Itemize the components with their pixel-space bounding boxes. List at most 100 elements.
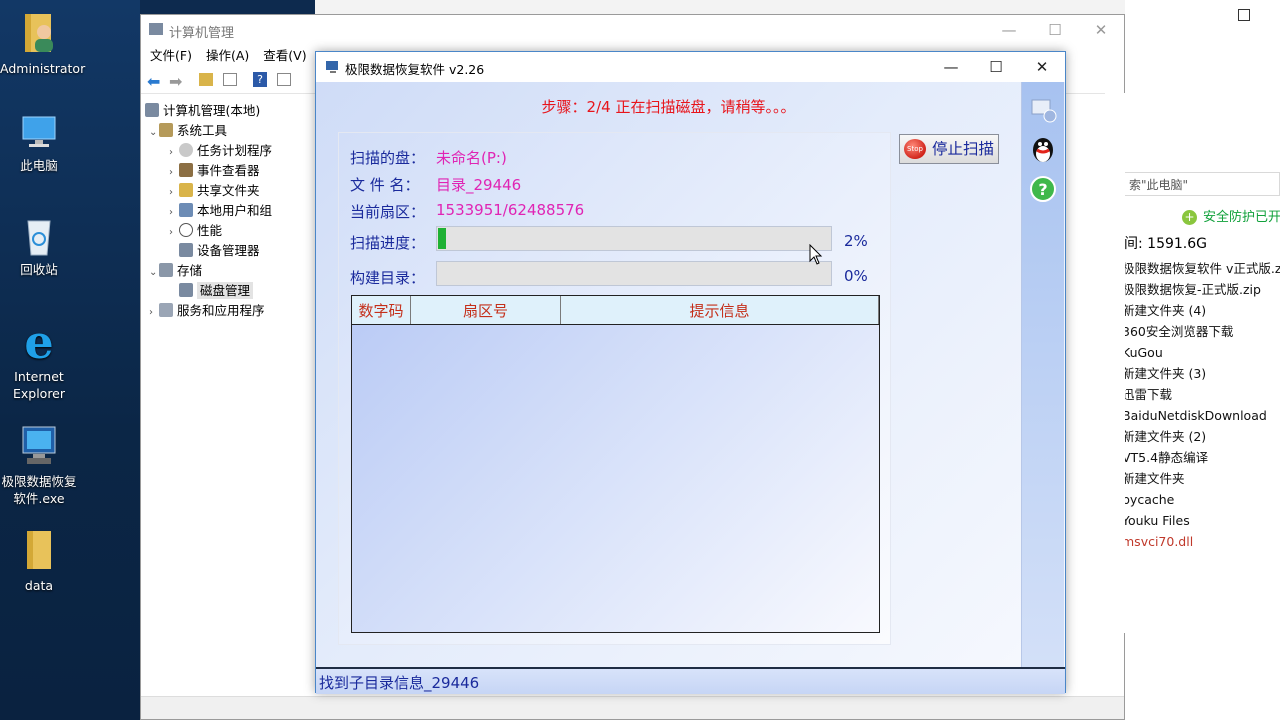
disk-icon [179, 283, 193, 297]
recovery-title: 极限数据恢复软件 v2.26 [345, 62, 485, 77]
tree-node-performance[interactable]: › 性能 [145, 221, 317, 241]
chevron-right-icon[interactable]: › [169, 203, 179, 223]
tree-node-root[interactable]: 计算机管理(本地) [145, 101, 317, 121]
storage-icon [159, 263, 173, 277]
tree-node-shared-folders[interactable]: › 共享文件夹 [145, 181, 317, 201]
desktop-icon-this-pc[interactable]: 此电脑 [0, 113, 78, 174]
list-item[interactable]: BaiduNetdiskDownload [1122, 405, 1280, 426]
chevron-right-icon[interactable]: › [169, 223, 179, 243]
file-value: 目录_29446 [436, 176, 522, 194]
list-item[interactable]: 新建文件夹 (3) [1122, 363, 1280, 384]
tree-node-storage[interactable]: ⌄ 存储 [145, 261, 317, 281]
computer-icon [22, 116, 56, 147]
desktop-icon-label: Internet Explorer [12, 369, 66, 401]
list-item[interactable]: 新建文件夹 (2) [1122, 426, 1280, 447]
chevron-down-icon[interactable]: ⌄ [149, 123, 159, 143]
tree-node-device-manager[interactable]: 设备管理器 [145, 241, 317, 261]
column-header-info[interactable]: 提示信息 [561, 296, 879, 324]
tools-icon [159, 123, 173, 137]
list-item[interactable]: 360安全浏览器下载 [1122, 321, 1280, 342]
menu-action[interactable]: 操作(A) [206, 45, 249, 67]
computer-management-icon [145, 103, 159, 117]
properties-icon[interactable] [277, 73, 291, 86]
disk-value: 未命名(P:) [436, 149, 507, 167]
help-icon[interactable]: ? [253, 72, 267, 87]
forward-arrow-icon[interactable]: ➡ [169, 72, 182, 91]
qq-penguin-icon[interactable] [1028, 134, 1058, 164]
minimize-button[interactable]: — [986, 15, 1032, 45]
list-item[interactable]: 新建文件夹 [1122, 468, 1280, 489]
chevron-down-icon[interactable]: ⌄ [149, 263, 159, 283]
chevron-right-icon[interactable]: › [169, 183, 179, 203]
close-button[interactable]: ✕ [1019, 52, 1065, 82]
stop-scan-button[interactable]: Stop 停止扫描 [899, 134, 999, 164]
desktop-icon-ie[interactable]: e Internet Explorer [0, 318, 78, 402]
scan-progress-bar [436, 226, 832, 251]
result-list-header: 数字码 扇区号 提示信息 [352, 296, 879, 325]
list-item[interactable]: msvci70.dll [1122, 531, 1280, 552]
settings-gear-icon[interactable] [1028, 94, 1058, 124]
column-header-sector[interactable]: 扇区号 [411, 296, 561, 324]
desktop-icon-data[interactable]: data [0, 527, 78, 594]
sector-label: 当前扇区： [350, 203, 426, 221]
list-item[interactable]: KuGou [1122, 342, 1280, 363]
menu-file[interactable]: 文件(F) [150, 45, 192, 67]
minimize-button[interactable]: — [928, 52, 974, 82]
desktop-icon-recovery-exe[interactable]: 极限数据恢复软件.exe [0, 423, 78, 507]
folder-up-icon[interactable] [199, 73, 213, 86]
result-list[interactable]: 数字码 扇区号 提示信息 [351, 295, 880, 633]
maximize-icon[interactable] [1238, 9, 1250, 21]
shared-folder-icon [179, 183, 193, 197]
chevron-right-icon[interactable]: › [169, 143, 179, 163]
desktop-icon-label: 极限数据恢复软件.exe [1, 474, 77, 506]
back-arrow-icon[interactable]: ⬅ [147, 72, 160, 91]
desktop-icon-administrator[interactable]: Administrator [0, 10, 85, 77]
build-progress-percent: 0% [844, 267, 868, 285]
maximize-button[interactable]: ☐ [973, 52, 1019, 82]
desktop-icon-recycle-bin[interactable]: 回收站 [0, 215, 78, 278]
disk-label: 扫描的盘： [350, 149, 426, 167]
list-item[interactable]: pycache [1122, 489, 1280, 510]
maximize-button[interactable]: ☐ [1032, 15, 1078, 45]
list-item[interactable]: 极限数据恢复软件 v正式版.zip [1122, 258, 1280, 279]
device-manager-icon [179, 243, 193, 257]
tree-node-disk-management[interactable]: 磁盘管理 [145, 281, 317, 301]
tree-node-label: 磁盘管理 [197, 282, 254, 299]
app-icon [326, 61, 338, 73]
chevron-right-icon[interactable]: › [169, 163, 179, 183]
tree-node-services[interactable]: › 服务和应用程序 [145, 301, 317, 321]
tree-node-label: 存储 [177, 263, 203, 278]
folder-icon [27, 531, 51, 569]
tree-node-local-users[interactable]: › 本地用户和组 [145, 201, 317, 221]
list-item[interactable]: 迅雷下载 [1122, 384, 1280, 405]
performance-icon [179, 223, 193, 237]
cm-title: 计算机管理 [169, 26, 235, 41]
step-indicator: 步骤：2/4 正在扫描磁盘，请稍等。。。 [541, 98, 796, 116]
desktop-icon-label: Administrator [0, 61, 86, 76]
close-button[interactable]: ✕ [1078, 15, 1124, 45]
cm-tree: 计算机管理(本地) ⌄ 系统工具 › 任务计划程序 › 事件查看器 › 共享文件夹 › 本… [145, 101, 317, 321]
help-icon[interactable]: ? [1028, 174, 1058, 204]
list-item[interactable]: 极限数据恢复-正式版.zip [1122, 279, 1280, 300]
search-input[interactable]: 索"此电脑" [1124, 172, 1280, 196]
file-list: 极限数据恢复软件 v正式版.zip 极限数据恢复-正式版.zip 新建文件夹 (… [1122, 258, 1280, 552]
security-status-text: 安全防护已开 [1203, 210, 1280, 225]
tree-node-task-scheduler[interactable]: › 任务计划程序 [145, 141, 317, 161]
menu-view[interactable]: 查看(V) [263, 45, 306, 67]
sector-value: 1533951/62488576 [436, 201, 585, 219]
tree-node-event-viewer[interactable]: › 事件查看器 [145, 161, 317, 181]
recovery-window: 极限数据恢复软件 v2.26 — ☐ ✕ 步骤：2/4 正在扫描磁盘，请稍等。。… [315, 51, 1066, 694]
list-item[interactable]: 新建文件夹 (4) [1122, 300, 1280, 321]
users-icon [179, 203, 193, 217]
column-header-code[interactable]: 数字码 [352, 296, 411, 324]
tree-node-system-tools[interactable]: ⌄ 系统工具 [145, 121, 317, 141]
chevron-right-icon[interactable]: › [149, 303, 159, 323]
list-item[interactable]: VT5.4静态编译 [1122, 447, 1280, 468]
tree-node-label: 任务计划程序 [197, 143, 273, 158]
build-progress-label: 构建目录： [350, 269, 426, 287]
show-hide-tree-icon[interactable] [223, 73, 237, 86]
tree-node-label: 系统工具 [177, 123, 228, 138]
ie-icon: e [24, 318, 53, 364]
splitter[interactable] [1105, 93, 1125, 633]
list-item[interactable]: Youku Files [1122, 510, 1280, 531]
